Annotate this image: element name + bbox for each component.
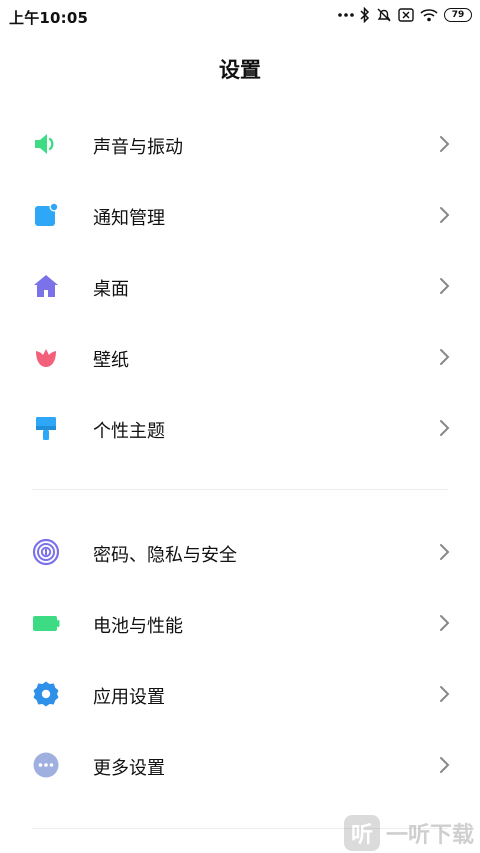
chevron-right-icon	[440, 686, 450, 702]
settings-item-label: 声音与振动	[93, 137, 183, 158]
settings-item-battery-performance[interactable]: 电池与性能	[0, 587, 480, 658]
wifi-icon	[420, 9, 438, 22]
settings-item-sound[interactable]: 声音与振动	[0, 108, 480, 179]
status-bar: 上午10:05 79	[0, 0, 480, 30]
watermark-glyph: 听	[350, 823, 373, 848]
settings-item-desktop[interactable]: 桌面	[0, 250, 480, 321]
settings-item-label: 壁纸	[93, 350, 129, 371]
page-title: 设置	[219, 58, 261, 82]
settings-item-label: 密码、隐私与安全	[93, 545, 237, 566]
sim-off-icon	[398, 8, 414, 22]
watermark: 听 一听下载	[343, 815, 474, 851]
settings-item-label: 应用设置	[93, 687, 165, 708]
chevron-right-icon	[440, 349, 450, 365]
settings-item-label: 个性主题	[93, 421, 165, 442]
tulip-icon	[36, 349, 56, 367]
alarm-off-icon	[377, 8, 391, 22]
settings-item-label: 通知管理	[93, 208, 165, 229]
chevron-right-icon	[440, 278, 450, 294]
chevron-right-icon	[440, 757, 450, 773]
settings-list: 声音与振动 通知管理 桌面 壁纸 个性主题 密码、隐私与安全 电池与性能 应用设…	[0, 108, 480, 800]
watermark-logo: 听	[343, 815, 380, 851]
notification-icon	[35, 202, 59, 226]
fingerprint-icon	[32, 538, 60, 566]
more-icon	[33, 752, 59, 778]
brush-icon	[36, 417, 56, 440]
battery-icon: 79	[444, 8, 472, 22]
status-time: 上午10:05	[9, 9, 89, 27]
settings-item-privacy-security[interactable]: 密码、隐私与安全	[0, 516, 480, 587]
settings-item-label: 电池与性能	[93, 616, 183, 637]
chevron-right-icon	[440, 544, 450, 560]
chevron-right-icon	[440, 207, 450, 223]
speaker-icon	[35, 134, 54, 154]
chevron-right-icon	[440, 615, 450, 631]
settings-item-label: 桌面	[93, 279, 129, 300]
bluetooth-icon	[360, 7, 370, 23]
watermark-text: 一听下载	[385, 823, 474, 848]
settings-item-more-settings[interactable]: 更多设置	[0, 729, 480, 800]
gear-icon	[33, 681, 59, 707]
settings-item-wallpaper[interactable]: 壁纸	[0, 321, 480, 392]
status-icons: 79	[338, 6, 472, 24]
settings-item-label: 更多设置	[93, 758, 165, 779]
settings-item-app-settings[interactable]: 应用设置	[0, 658, 480, 729]
battery-icon	[33, 616, 60, 631]
chevron-right-icon	[440, 136, 450, 152]
chevron-right-icon	[440, 420, 450, 436]
home-icon	[34, 275, 58, 297]
more-dots-icon	[338, 13, 354, 17]
settings-item-notification[interactable]: 通知管理	[0, 179, 480, 250]
settings-item-theme[interactable]: 个性主题	[0, 392, 480, 463]
